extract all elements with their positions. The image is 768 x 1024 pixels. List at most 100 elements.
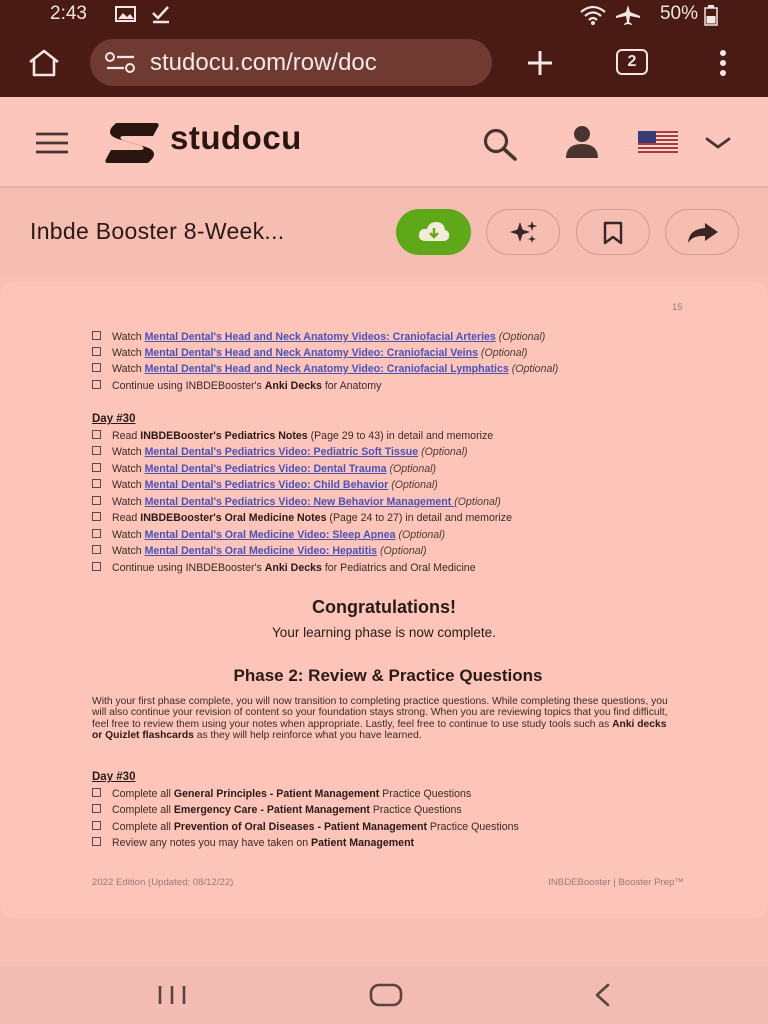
item-text: Watch	[112, 529, 145, 541]
video-link[interactable]: Mental Dental's Head and Neck Anatomy Vi…	[145, 363, 509, 375]
video-link[interactable]: Mental Dental's Oral Medicine Video: Hep…	[145, 545, 378, 557]
footer-brand: INBDEBooster | Booster Prep™	[548, 877, 684, 888]
share-arrow-icon	[688, 223, 718, 243]
video-link[interactable]: Mental Dental's Pediatrics Video: New Be…	[145, 496, 455, 508]
item-bold-text: INBDEBooster's Oral Medicine Notes	[140, 512, 327, 524]
ai-assist-button[interactable]	[486, 209, 560, 255]
sparkle-icon	[510, 221, 537, 243]
checkbox-icon	[92, 463, 101, 472]
item-text: Watch	[112, 331, 145, 343]
back-icon[interactable]	[590, 982, 614, 1008]
video-link[interactable]: Mental Dental's Pediatrics Video: Child …	[145, 479, 389, 491]
item-text: Complete all	[112, 821, 174, 833]
address-bar[interactable]: studocu.com/row/doc	[90, 39, 492, 86]
us-flag-icon[interactable]	[638, 131, 678, 153]
battery-icon	[704, 5, 718, 26]
list-item: Watch Mental Dental's Head and Neck Anat…	[92, 363, 558, 375]
video-link[interactable]: Mental Dental's Pediatrics Video: Pediat…	[145, 446, 419, 458]
optional-tag: (Optional)	[498, 331, 546, 343]
checkbox-icon	[92, 446, 101, 455]
bookmark-button[interactable]	[576, 209, 650, 255]
url-text[interactable]: studocu.com/row/doc	[150, 49, 485, 77]
optional-tag: (Optional)	[511, 363, 559, 375]
search-icon[interactable]	[480, 126, 520, 162]
browser-toolbar: studocu.com/row/doc 2	[0, 28, 768, 97]
list-item: Continue using INBDEBooster's Anki Decks…	[92, 562, 476, 574]
item-bold-text: INBDEBooster's Pediatrics Notes	[140, 430, 308, 442]
tab-switcher-button[interactable]: 2	[616, 49, 648, 75]
item-text: Watch	[112, 363, 145, 375]
checkbox-icon	[92, 545, 101, 554]
video-link[interactable]: Mental Dental's Pediatrics Video: Dental…	[145, 463, 387, 475]
list-item: Read INBDEBooster's Pediatrics Notes (Pa…	[92, 430, 493, 442]
checkbox-icon	[92, 788, 101, 797]
cloud-download-icon	[418, 222, 450, 241]
item-text: (Page 24 to 27) in detail and memorize	[326, 512, 512, 524]
optional-tag: (Optional)	[391, 479, 438, 491]
checkbox-icon	[92, 430, 101, 439]
recent-apps-icon[interactable]	[156, 984, 188, 1006]
optional-tag: (Optional)	[389, 463, 436, 475]
item-text: Continue using INBDEBooster's	[112, 562, 265, 574]
item-bold-text: Anki Decks	[264, 380, 322, 392]
item-bold-text: Patient Management	[311, 837, 415, 849]
document-page: 15 Watch Mental Dental's Head and Neck A…	[0, 282, 768, 918]
checkbox-icon	[92, 479, 101, 488]
item-text: Watch	[112, 446, 145, 458]
item-bold-text: Prevention of Oral Diseases - Patient Ma…	[173, 821, 427, 833]
congratulations-heading: Congratulations!	[312, 597, 456, 617]
home-button-icon[interactable]	[368, 982, 404, 1008]
item-text: for Pediatrics and Oral Medicine	[321, 562, 476, 574]
congratulations-subtitle: Your learning phase is now complete.	[272, 625, 496, 640]
studocu-logo-icon[interactable]	[102, 121, 162, 165]
checkbox-icon	[92, 380, 101, 389]
checkbox-icon	[92, 529, 101, 538]
brand-wordmark[interactable]: studocu	[170, 119, 302, 157]
item-text: Review any notes you may have taken on	[112, 837, 312, 849]
user-account-icon[interactable]	[564, 125, 600, 159]
bookmark-icon	[603, 221, 623, 245]
list-item: Watch Mental Dental's Pediatrics Video: …	[92, 496, 501, 508]
more-options-icon[interactable]	[716, 46, 730, 80]
list-item: Watch Mental Dental's Pediatrics Video: …	[92, 446, 468, 458]
chevron-down-icon[interactable]	[704, 135, 732, 151]
home-icon[interactable]	[26, 48, 62, 78]
paragraph-text: With your first phase complete, you will…	[92, 696, 668, 730]
item-text: Watch	[112, 479, 145, 491]
new-tab-icon[interactable]	[524, 48, 556, 78]
video-link[interactable]: Mental Dental's Head and Neck Anatomy Vi…	[145, 331, 496, 343]
list-item: Review any notes you may have taken on P…	[92, 837, 414, 849]
wifi-icon	[580, 5, 606, 25]
site-settings-icon[interactable]	[104, 51, 138, 75]
list-item: Complete all Prevention of Oral Diseases…	[92, 821, 519, 833]
checkbox-icon	[92, 821, 101, 830]
checkbox-icon	[92, 804, 101, 813]
item-text: Complete all	[112, 788, 174, 800]
item-text: Practice Questions	[369, 804, 462, 816]
share-button[interactable]	[665, 209, 739, 255]
video-link[interactable]: Mental Dental's Oral Medicine Video: Sle…	[145, 529, 396, 541]
clock: 2:43	[50, 3, 87, 24]
hamburger-menu-icon[interactable]	[34, 131, 70, 155]
item-text: Read	[112, 430, 141, 442]
day-heading: Day #30	[92, 771, 136, 783]
list-item: Continue using INBDEBooster's Anki Decks…	[92, 380, 381, 392]
checkbox-icon	[92, 363, 101, 372]
paragraph-text: as they will help reinforce what you hav…	[193, 730, 422, 742]
optional-tag: (Optional)	[380, 545, 427, 557]
list-item: Watch Mental Dental's Oral Medicine Vide…	[92, 529, 445, 541]
download-button[interactable]	[396, 209, 471, 255]
page-number: 15	[672, 302, 683, 313]
item-text: for Anatomy	[321, 380, 382, 392]
item-text: Watch	[112, 463, 145, 475]
item-text: Watch	[112, 496, 145, 508]
tab-count: 2	[627, 53, 637, 70]
video-link[interactable]: Mental Dental's Head and Neck Anatomy Vi…	[145, 347, 478, 359]
list-item: Watch Mental Dental's Pediatrics Video: …	[92, 463, 436, 475]
item-text: Practice Questions	[379, 788, 472, 800]
item-text: Watch	[112, 545, 145, 557]
optional-tag: (Optional)	[454, 496, 501, 508]
site-header: studocu	[0, 97, 768, 188]
item-text: Complete all	[112, 804, 174, 816]
footer-edition: 2022 Edition (Updated: 08/12/22)	[92, 877, 234, 888]
